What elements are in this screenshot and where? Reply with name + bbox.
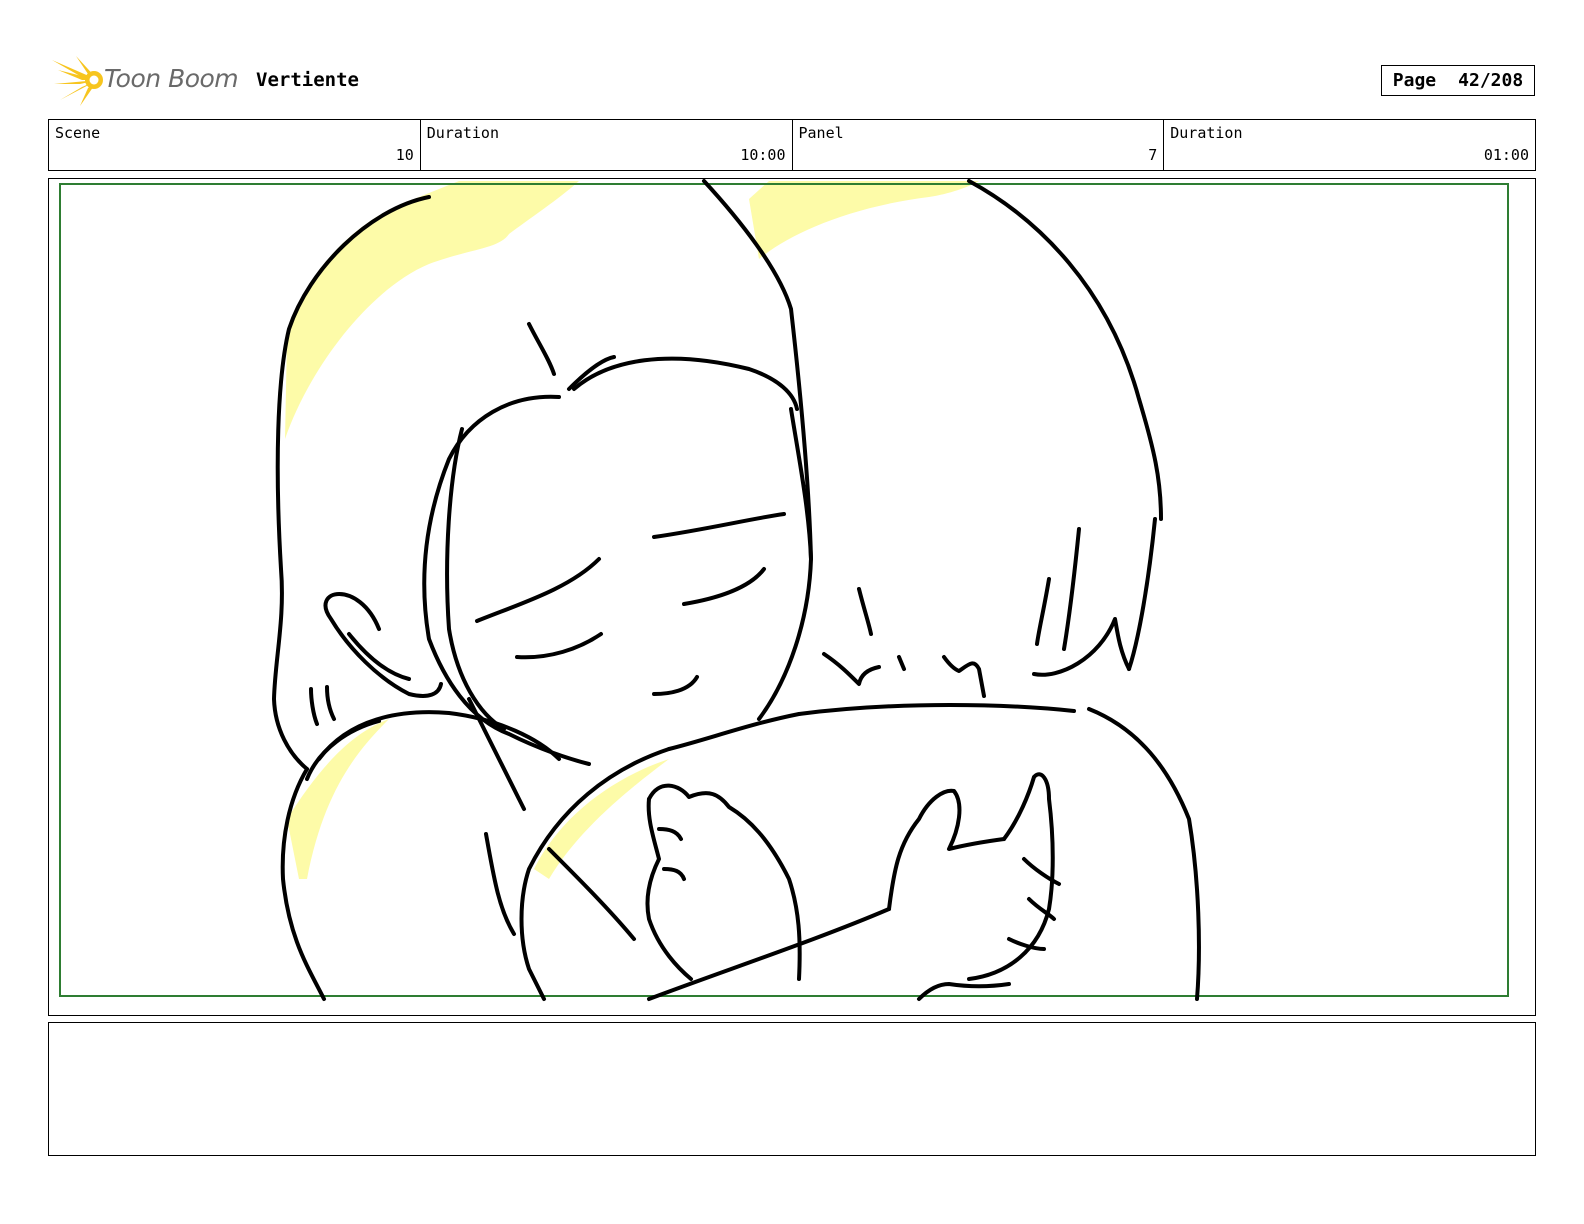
page-number: 42/208 xyxy=(1458,70,1524,91)
scene-cell: Scene 10 xyxy=(49,120,421,170)
project-title: Vertiente xyxy=(256,69,359,91)
panel-label: Panel xyxy=(798,124,844,142)
scene-duration-cell: Duration 10:00 xyxy=(421,120,793,170)
panel-value: 7 xyxy=(1148,146,1158,164)
page-indicator: Page 42/208 xyxy=(1381,65,1535,96)
panel-notes-area[interactable] xyxy=(48,1022,1536,1156)
scene-value: 10 xyxy=(395,146,414,164)
panel-info-row: Scene 10 Duration 10:00 Panel 7 Duration… xyxy=(48,119,1536,171)
panel-duration-label: Duration xyxy=(1170,124,1243,142)
page-label: Page xyxy=(1392,70,1437,91)
panel-duration-cell: Duration 01:00 xyxy=(1164,120,1535,170)
scene-label: Scene xyxy=(55,124,101,142)
scene-duration-label: Duration xyxy=(426,124,499,142)
logo-text: Toon Boom xyxy=(104,64,239,93)
storyboard-panel xyxy=(48,178,1536,1016)
safe-frame xyxy=(59,183,1509,997)
panel-duration-value: 01:00 xyxy=(1483,146,1529,164)
scene-duration-value: 10:00 xyxy=(740,146,786,164)
panel-cell: Panel 7 xyxy=(793,120,1165,170)
hug-sketch-illustration xyxy=(59,179,1509,1001)
